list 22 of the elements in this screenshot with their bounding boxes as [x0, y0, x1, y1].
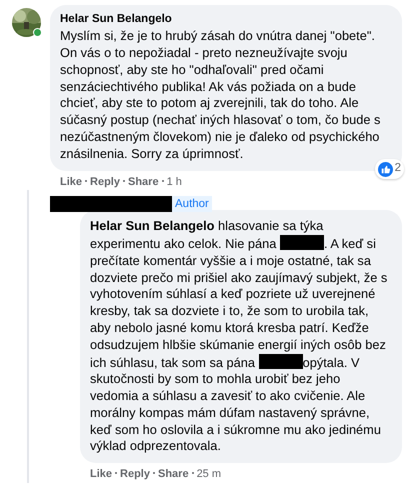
redaction-bar [258, 354, 303, 368]
timestamp[interactable]: 25 m [196, 468, 222, 480]
like-link[interactable]: Like [60, 176, 82, 188]
timestamp[interactable]: 1 h [166, 176, 182, 188]
separator-dot [122, 180, 125, 182]
author-badge: Author [172, 196, 212, 212]
like-link[interactable]: Like [90, 468, 112, 480]
share-link[interactable]: Share [128, 176, 159, 188]
separator-dot [115, 472, 118, 474]
separator-dot [85, 180, 88, 182]
mention-link[interactable]: Helar Sun Belangelo [90, 218, 214, 234]
share-link[interactable]: Share [158, 468, 189, 480]
separator-dot [162, 180, 164, 182]
like-icon [378, 162, 393, 176]
reply-link[interactable]: Reply [120, 468, 150, 480]
author-name[interactable]: Helar Sun Belangelo [60, 11, 392, 28]
separator-dot [152, 472, 155, 474]
reaction-count[interactable]: 2 [374, 159, 404, 179]
separator-dot [192, 472, 194, 474]
redaction-bar [280, 234, 324, 250]
reply-link[interactable]: Reply [90, 176, 120, 188]
reply-text: Helar Sun Belangelo hlasovanie sa týka experimentu ako celok. Nie pána . A keď si prečítate komentár vyššie a i moje ostatné, tak sa dozviete prečo mi prišiel ako zaujímavý subjekt, že s vyhotovením súhlasí a keď pozriete už uverejnené kresby, tak sa dozviete i to, že som to urobila tak, aby nebolo jasné komu ktorá kresba patrí. Keďže odsudzujem hlbšie skúmanie energií iných osôb bez ich súhlasu, tak som sa pána opýtala. V skutočnosti by som to mohla urobiť bez jeho vedomia a súhlasu a zavesiť to ako cvičenie. Ale morálny kompas mám dúfam nastavený správne, keď som ho oslovila a i súkromne mu ako jedinému výklad odprezentovala. [90, 218, 388, 456]
